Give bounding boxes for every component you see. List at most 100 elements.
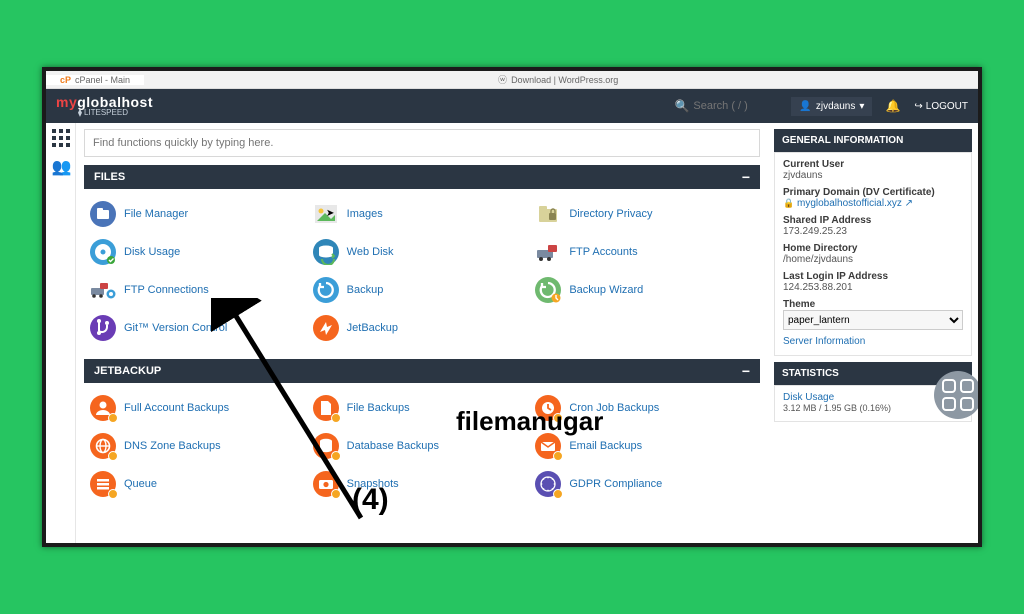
- backup-icon: [313, 277, 339, 303]
- theme-select[interactable]: paper_lantern: [783, 310, 963, 330]
- files-tool-dir-priv[interactable]: Directory Privacy: [533, 197, 756, 231]
- tool-label: JetBackup: [347, 322, 398, 334]
- function-search-input[interactable]: [93, 137, 751, 149]
- files-tool-backup-wiz[interactable]: Backup Wizard: [533, 273, 756, 307]
- app-window: cP cPanel - Main ⓦ Download | WordPress.…: [42, 67, 982, 547]
- images-icon: [313, 201, 339, 227]
- web-disk-icon: [313, 239, 339, 265]
- dir-priv-icon: [535, 201, 561, 227]
- git-icon: [90, 315, 116, 341]
- logout-button[interactable]: ↪ LOGOUT: [914, 101, 968, 112]
- tool-label: Queue: [124, 478, 157, 490]
- logout-label: LOGOUT: [926, 101, 968, 112]
- tab-label: Download | WordPress.org: [511, 75, 618, 85]
- jetbackup-tool-cron-backups[interactable]: Cron Job Backups: [533, 391, 756, 425]
- ftp-accounts-icon: [535, 239, 561, 265]
- jetbackup-tool-email-backups[interactable]: Email Backups: [533, 429, 756, 463]
- tool-label: Backup: [347, 284, 384, 296]
- wordpress-icon: ⓦ: [498, 73, 507, 86]
- left-rail: 👥: [46, 123, 76, 543]
- last-login-value: 124.253.88.201: [783, 282, 963, 293]
- shared-ip-value: 173.249.25.23: [783, 226, 963, 237]
- brand-logo[interactable]: myglobalhost ⧫LITESPEED: [56, 95, 153, 117]
- users-icon[interactable]: 👥: [52, 157, 70, 175]
- tab-label: cPanel - Main: [75, 75, 130, 85]
- full-backups-icon: [90, 395, 116, 421]
- email-backups-icon: [535, 433, 561, 459]
- files-tool-disk-usage[interactable]: Disk Usage: [88, 235, 311, 269]
- tool-label: Snapshots: [347, 478, 399, 490]
- jetbackup-tool-dns-backups[interactable]: DNS Zone Backups: [88, 429, 311, 463]
- backup-wiz-icon: [535, 277, 561, 303]
- snapshots-icon: [313, 471, 339, 497]
- tool-label: FTP Accounts: [569, 246, 637, 258]
- tool-label: FTP Connections: [124, 284, 209, 296]
- files-tool-ftp-conn[interactable]: FTP Connections: [88, 273, 311, 307]
- last-login-label: Last Login IP Address: [783, 271, 963, 282]
- chevron-down-icon: ▾: [859, 101, 864, 112]
- top-header: myglobalhost ⧫LITESPEED 🔍 👤 zjvdauns ▾ 🔔…: [46, 89, 978, 123]
- collapse-icon[interactable]: −: [742, 172, 750, 182]
- general-info-header: GENERAL INFORMATION: [774, 129, 972, 152]
- files-tool-images[interactable]: Images: [311, 197, 534, 231]
- files-tool-file-manager[interactable]: File Manager: [88, 197, 311, 231]
- external-link-icon[interactable]: ↗: [905, 198, 913, 209]
- main-content: ➤ FILES − File ManagerImagesDirectory Pr…: [76, 123, 768, 543]
- browser-tab-cpanel[interactable]: cP cPanel - Main: [46, 75, 144, 85]
- group-files-header[interactable]: FILES −: [84, 165, 760, 189]
- logout-icon: ↪: [914, 101, 922, 112]
- disk-usage-icon: [90, 239, 116, 265]
- logo-sub: LITESPEED: [84, 109, 128, 117]
- grid-view-icon[interactable]: [52, 129, 70, 147]
- jetbackup-tool-full-backups[interactable]: Full Account Backups: [88, 391, 311, 425]
- tool-label: Web Disk: [347, 246, 394, 258]
- theme-label: Theme: [783, 299, 963, 310]
- group-title: FILES: [94, 171, 125, 183]
- header-search[interactable]: 🔍: [674, 99, 783, 113]
- server-info-link[interactable]: Server Information: [783, 336, 963, 347]
- files-tool-backup[interactable]: Backup: [311, 273, 534, 307]
- user-name: zjvdauns: [816, 101, 855, 112]
- lock-icon: 🔒: [783, 198, 794, 208]
- db-backups-icon: [313, 433, 339, 459]
- group-title: JETBACKUP: [94, 365, 161, 377]
- tool-label: Full Account Backups: [124, 402, 229, 414]
- floating-widget-button[interactable]: [934, 371, 982, 419]
- group-jetbackup-header[interactable]: JETBACKUP −: [84, 359, 760, 383]
- cron-backups-icon: [535, 395, 561, 421]
- primary-domain-label: Primary Domain (DV Certificate): [783, 187, 963, 198]
- function-search[interactable]: [84, 129, 760, 157]
- user-menu[interactable]: 👤 zjvdauns ▾: [791, 97, 872, 116]
- tool-label: Backup Wizard: [569, 284, 643, 296]
- browser-tabbar: cP cPanel - Main ⓦ Download | WordPress.…: [46, 71, 978, 89]
- browser-tab-wp[interactable]: ⓦ Download | WordPress.org: [484, 73, 632, 86]
- search-icon: 🔍: [674, 99, 689, 113]
- group-jetbackup: JETBACKUP − Full Account Backups File Bac…: [84, 359, 760, 509]
- jetbackup-tool-snapshots[interactable]: Snapshots: [311, 467, 534, 501]
- files-tool-ftp-accounts[interactable]: FTP Accounts: [533, 235, 756, 269]
- bell-icon: 🔔: [886, 99, 901, 113]
- jetbackup-tool-db-backups[interactable]: Database Backups: [311, 429, 534, 463]
- tool-label: DNS Zone Backups: [124, 440, 221, 452]
- jetbackup-tool-queue[interactable]: Queue: [88, 467, 311, 501]
- file-backups-icon: [313, 395, 339, 421]
- primary-domain-link[interactable]: myglobalhostofficial.xyz: [797, 198, 902, 209]
- user-icon: 👤: [799, 101, 811, 112]
- files-tool-git[interactable]: Git™ Version Control: [88, 311, 311, 345]
- general-info-panel: Current Userzjvdauns Primary Domain (DV …: [774, 152, 972, 356]
- gdpr-icon: [535, 471, 561, 497]
- files-tool-web-disk[interactable]: Web Disk: [311, 235, 534, 269]
- collapse-icon[interactable]: −: [742, 366, 750, 376]
- ftp-conn-icon: [90, 277, 116, 303]
- current-user-label: Current User: [783, 159, 963, 170]
- jetbackup-tool-file-backups[interactable]: File Backups: [311, 391, 534, 425]
- files-tool-jetbackup[interactable]: JetBackup: [311, 311, 534, 345]
- header-search-input[interactable]: [693, 100, 783, 112]
- group-files: FILES − File Manager Images Directory Priv…: [84, 165, 760, 353]
- tool-label: Database Backups: [347, 440, 439, 452]
- right-sidebar: GENERAL INFORMATION Current Userzjvdauns…: [768, 123, 978, 543]
- tool-label: Disk Usage: [124, 246, 180, 258]
- notifications-button[interactable]: 🔔: [880, 99, 906, 113]
- jetbackup-tool-gdpr[interactable]: GDPR Compliance: [533, 467, 756, 501]
- tool-label: Images: [347, 208, 383, 220]
